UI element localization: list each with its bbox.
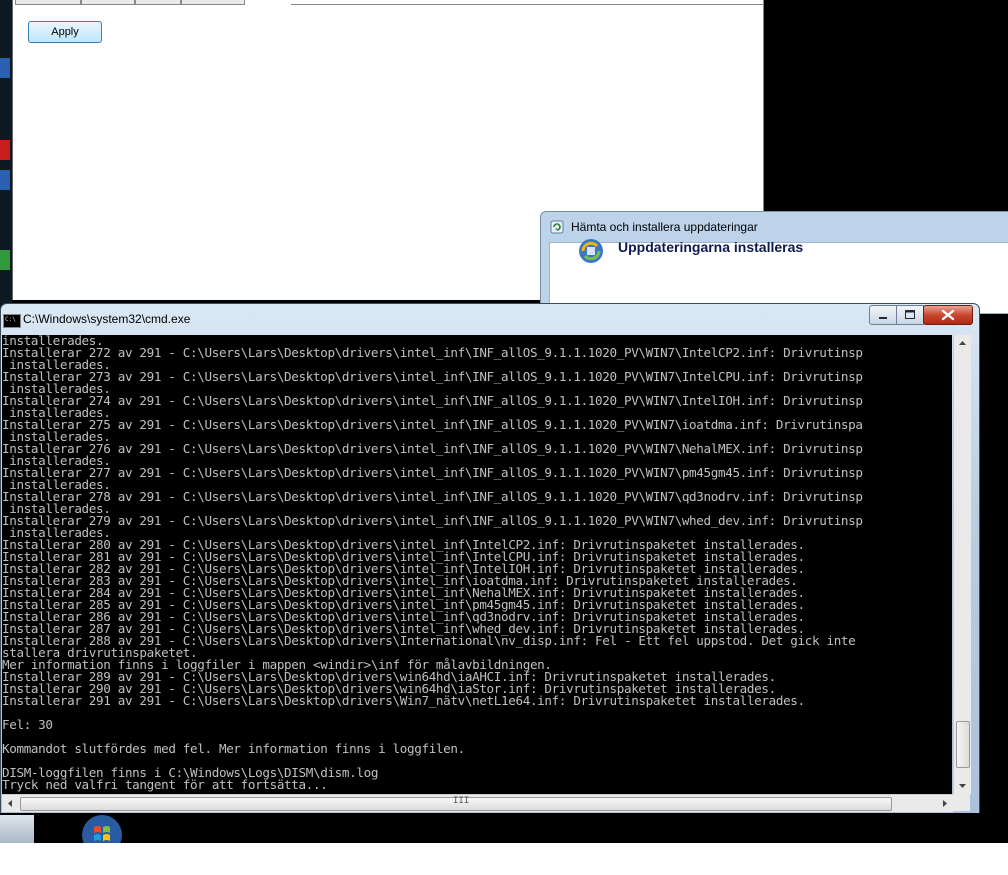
maximize-icon	[905, 310, 915, 319]
console-line: Fel: 30	[2, 717, 53, 732]
console-line: Installerar 279 av 291 - C:\Users\Lars\D…	[2, 513, 863, 528]
taskbar	[0, 813, 987, 843]
update-dialog: Hämta och installera uppdateringar Uppda…	[540, 211, 1008, 314]
console-output[interactable]: installerades. Installerar 272 av 291 - …	[2, 335, 952, 794]
console-text: installerades. Installerar 272 av 291 - …	[2, 335, 952, 791]
tab-divider	[291, 4, 763, 5]
cmd-icon-label: C:\	[5, 316, 16, 323]
apply-button[interactable]: Apply	[28, 21, 102, 43]
desktop-shortcut-icon[interactable]	[0, 140, 10, 160]
resize-grip[interactable]	[953, 794, 970, 811]
console-line: Installerar 273 av 291 - C:\Users\Lars\D…	[2, 369, 863, 384]
close-icon	[941, 309, 955, 321]
minimize-button[interactable]	[869, 305, 897, 325]
update-heading: Uppdateringarna installeras	[618, 239, 804, 255]
horizontal-scrollbar[interactable]: III	[2, 794, 953, 812]
tab[interactable]	[15, 0, 81, 5]
cmd-icon: C:\	[3, 314, 21, 328]
desktop-shortcut-icon[interactable]	[0, 250, 10, 270]
minimize-icon	[879, 317, 887, 319]
update-dialog-title: Hämta och installera uppdateringar	[571, 220, 758, 234]
taskbar-button[interactable]	[0, 815, 34, 843]
scroll-down-arrow-icon[interactable]	[954, 777, 971, 794]
cmd-window: C:\ C:\Windows\system32\cmd.exe installe…	[0, 303, 980, 815]
maximize-button[interactable]	[896, 305, 924, 325]
console-line: Tryck ned valfri tangent för att fortsät…	[2, 777, 328, 792]
console-line: Installerar 274 av 291 - C:\Users\Lars\D…	[2, 393, 863, 408]
console-line: Kommandot slutfördes med fel. Mer inform…	[2, 741, 465, 756]
horizontal-scroll-thumb[interactable]: III	[20, 796, 892, 811]
scroll-up-arrow-icon[interactable]	[954, 335, 971, 352]
tab[interactable]	[181, 0, 245, 5]
console-line: Installerar 272 av 291 - C:\Users\Lars\D…	[2, 345, 863, 360]
console-line: Installerar 276 av 291 - C:\Users\Lars\D…	[2, 441, 863, 456]
tab[interactable]	[135, 0, 181, 5]
close-button[interactable]	[923, 305, 973, 325]
tab[interactable]	[81, 0, 135, 5]
scroll-left-arrow-icon[interactable]	[2, 795, 19, 812]
vertical-scrollbar[interactable]	[953, 335, 971, 794]
console-line: Installerar 291 av 291 - C:\Users\Lars\D…	[2, 693, 805, 708]
desktop-shortcut-icon[interactable]	[0, 58, 10, 78]
windows-start-orb-icon[interactable]	[78, 813, 126, 843]
scroll-right-arrow-icon[interactable]	[936, 795, 953, 812]
desktop-shortcut-icon[interactable]	[0, 170, 10, 190]
cmd-window-title: C:\Windows\system32\cmd.exe	[23, 312, 191, 326]
vertical-scroll-thumb[interactable]	[956, 721, 970, 768]
console-line: Installerar 278 av 291 - C:\Users\Lars\D…	[2, 489, 863, 504]
console-line: Installerar 275 av 291 - C:\Users\Lars\D…	[2, 417, 863, 432]
windows-update-icon	[550, 220, 564, 234]
tab-strip	[13, 0, 763, 5]
windows-update-shield-icon	[579, 239, 603, 263]
console-line: Installerar 277 av 291 - C:\Users\Lars\D…	[2, 465, 863, 480]
scroll-grip: III	[453, 796, 470, 806]
